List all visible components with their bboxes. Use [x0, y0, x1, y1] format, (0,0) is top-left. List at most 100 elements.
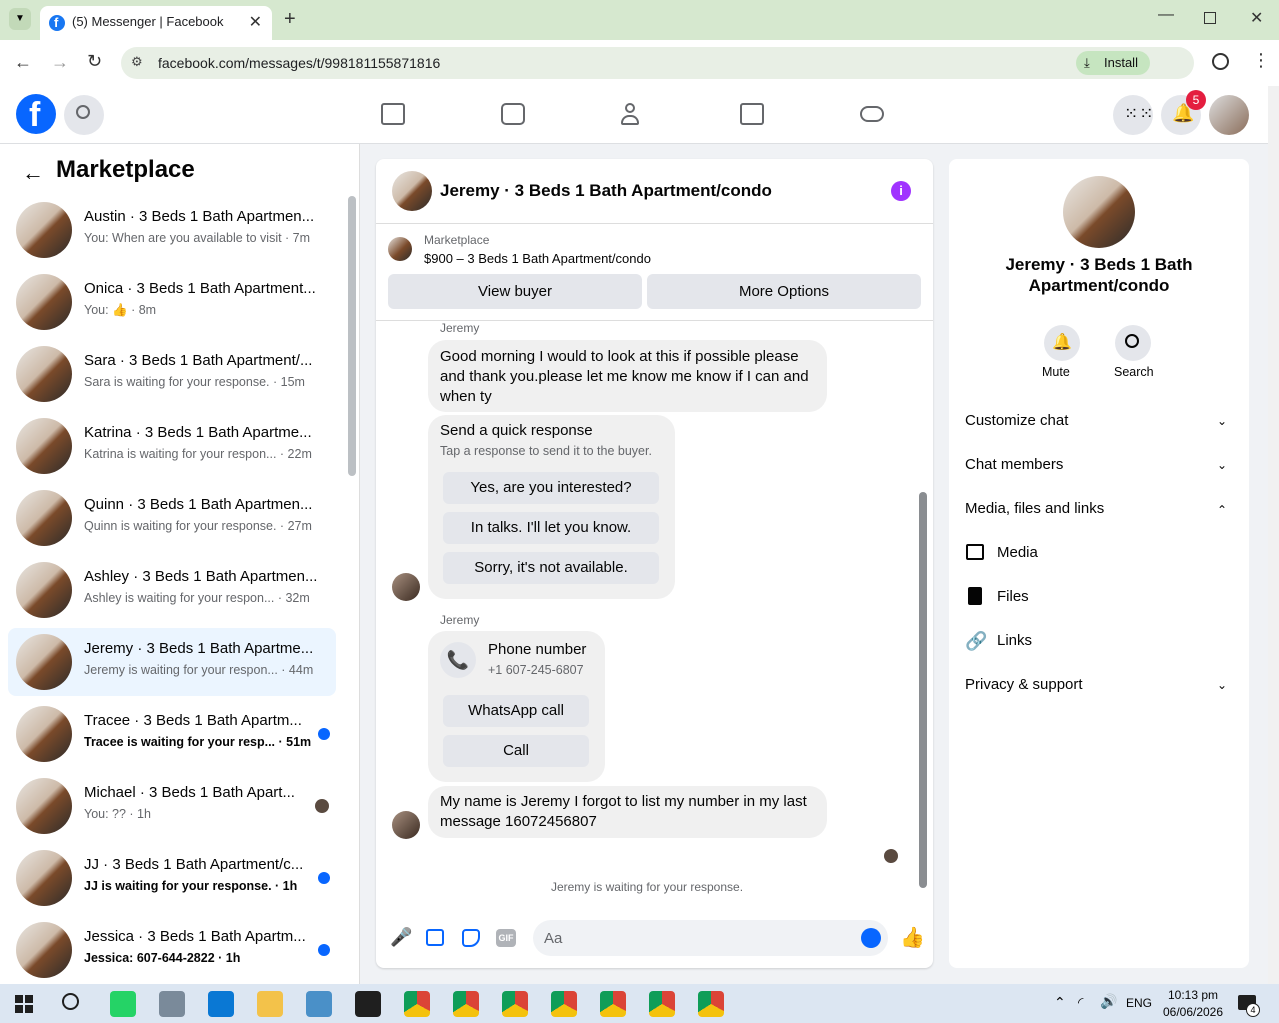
minimize-icon[interactable]: — [1158, 6, 1174, 24]
sender-avatar[interactable] [392, 573, 420, 601]
calculator-icon[interactable] [159, 991, 185, 1017]
browser-menu-icon[interactable]: ⋮ [1252, 50, 1270, 71]
site-info-icon[interactable]: ⚙ [131, 54, 143, 70]
links-row[interactable]: Links [997, 632, 1032, 649]
sender-avatar[interactable] [392, 811, 420, 839]
gaming-icon[interactable] [860, 106, 884, 122]
network-icon[interactable]: ◜ [1078, 994, 1083, 1011]
chevron-down-icon[interactable]: ⌄ [1217, 678, 1227, 692]
conversation-item[interactable]: Austin · 3 Beds 1 Bath Apartmen... You: W… [8, 196, 336, 264]
back-arrow-icon[interactable]: ← [22, 160, 44, 186]
whatsapp-icon[interactable] [110, 991, 136, 1017]
marketplace-icon[interactable] [740, 103, 764, 125]
message-bubble[interactable]: Good morning I would to look at this if … [428, 340, 827, 412]
windows-start-icon[interactable] [15, 995, 33, 1013]
close-window-icon[interactable]: ✕ [1250, 8, 1263, 28]
microphone-icon[interactable]: 🎤 [390, 927, 412, 948]
chat-avatar[interactable] [392, 171, 432, 211]
listing-price-title[interactable]: $900 – 3 Beds 1 Bath Apartment/condo [424, 251, 651, 266]
quick-reply-button[interactable]: Yes, are you interested? [443, 472, 659, 504]
gif-icon[interactable]: GIF [496, 929, 516, 947]
chrome-profile-icon[interactable] [600, 991, 626, 1017]
install-button[interactable]: ⤓ Install [1076, 51, 1150, 75]
listing-thumbnail[interactable] [388, 237, 412, 261]
forward-icon[interactable]: → [51, 52, 69, 73]
conversation-item[interactable]: Katrina · 3 Beds 1 Bath Apartme... Katrin… [8, 412, 336, 480]
list-scrollbar[interactable] [348, 196, 356, 476]
chevron-up-icon[interactable]: ⌃ [1217, 503, 1227, 517]
facebook-logo-icon[interactable]: f [16, 94, 56, 134]
conversation-item[interactable]: Jessica · 3 Beds 1 Bath Apartm... Jessica… [8, 916, 336, 984]
browser-tab[interactable]: (5) Messenger | Facebook ✕ [40, 6, 272, 40]
chat-scrollbar[interactable] [919, 326, 927, 894]
view-buyer-button[interactable]: View buyer [388, 274, 642, 309]
emoji-icon[interactable] [861, 928, 881, 948]
remote-desktop-icon[interactable] [208, 991, 234, 1017]
clock-time[interactable]: 10:13 pm [1162, 988, 1224, 1002]
menu-grid-icon[interactable]: ⁙⁙ [1113, 95, 1154, 135]
home-icon[interactable] [381, 103, 405, 125]
tab-search-icon[interactable]: ▼ [9, 8, 31, 30]
sticky-notes-icon[interactable] [355, 991, 381, 1017]
chrome-profile-icon[interactable] [698, 991, 724, 1017]
chrome-profile-icon[interactable] [453, 991, 479, 1017]
reload-icon[interactable]: ↻ [87, 51, 102, 72]
call-button[interactable]: Call [443, 735, 589, 767]
photo-icon[interactable] [426, 929, 444, 946]
quick-reply-button[interactable]: In talks. I'll let you know. [443, 512, 659, 544]
page-scrollbar[interactable] [1268, 86, 1279, 984]
mute-bell-icon[interactable]: 🔔 [1044, 325, 1080, 361]
chevron-down-icon[interactable]: ⌄ [1217, 414, 1227, 428]
message-bubble[interactable]: My name is Jeremy I forgot to list my nu… [428, 786, 827, 838]
clock-date[interactable]: 06/06/2026 [1158, 1005, 1228, 1019]
chrome-icon[interactable] [404, 991, 430, 1017]
photos-icon[interactable] [306, 991, 332, 1017]
close-tab-icon[interactable]: ✕ [249, 12, 262, 32]
media-row[interactable]: Media [997, 544, 1038, 561]
more-options-button[interactable]: More Options [647, 274, 921, 309]
customize-chat-row[interactable]: Customize chat [965, 412, 1068, 429]
video-icon[interactable] [501, 103, 525, 125]
search-label[interactable]: Search [1114, 365, 1154, 379]
chrome-profile-icon[interactable] [502, 991, 528, 1017]
conversation-item[interactable]: Tracee · 3 Beds 1 Bath Apartm... Tracee i… [8, 700, 336, 768]
like-icon[interactable]: 👍 [900, 925, 925, 950]
conversation-item[interactable]: Ashley · 3 Beds 1 Bath Apartmen... Ashley… [8, 556, 336, 624]
taskbar-search-icon[interactable] [62, 993, 79, 1010]
chat-title[interactable]: Jeremy · 3 Beds 1 Bath Apartment/condo [440, 181, 772, 201]
tray-overflow-icon[interactable]: ⌃ [1054, 994, 1066, 1011]
privacy-support-row[interactable]: Privacy & support [965, 676, 1083, 693]
info-icon[interactable]: i [891, 181, 911, 201]
chevron-down-icon[interactable]: ⌄ [1217, 458, 1227, 472]
whatsapp-call-button[interactable]: WhatsApp call [443, 695, 589, 727]
language-indicator[interactable]: ENG [1126, 996, 1152, 1010]
maximize-icon[interactable] [1204, 12, 1216, 24]
friends-icon[interactable] [621, 103, 645, 125]
conversation-item[interactable]: Michael · 3 Beds 1 Bath Apart... You: ?? … [8, 772, 336, 840]
media-files-links-row[interactable]: Media, files and links [965, 500, 1104, 517]
account-avatar[interactable] [1209, 95, 1249, 135]
conversation-item[interactable]: JJ · 3 Beds 1 Bath Apartment/c... JJ is w… [8, 844, 336, 912]
search-icon[interactable] [64, 95, 104, 135]
url-text[interactable]: facebook.com/messages/t/998181155871816 [158, 55, 440, 71]
profile-avatar[interactable] [1063, 176, 1135, 248]
sticker-icon[interactable] [462, 929, 480, 947]
chrome-profile-icon[interactable] [649, 991, 675, 1017]
profile-icon[interactable] [1212, 53, 1229, 70]
volume-icon[interactable]: 🔊 [1100, 993, 1117, 1010]
conversation-item[interactable]: Onica · 3 Beds 1 Bath Apartment... You: 👍… [8, 268, 336, 336]
conversation-item[interactable]: Sara · 3 Beds 1 Bath Apartment/... Sara i… [8, 340, 336, 408]
file-explorer-icon[interactable] [257, 991, 283, 1017]
back-icon[interactable]: ← [14, 52, 32, 73]
quick-reply-button[interactable]: Sorry, it's not available. [443, 552, 659, 584]
search-icon[interactable] [1115, 325, 1151, 361]
conversation-item[interactable]: Quinn · 3 Beds 1 Bath Apartmen... Quinn i… [8, 484, 336, 552]
new-tab-icon[interactable]: + [284, 8, 296, 31]
mute-label[interactable]: Mute [1042, 365, 1070, 379]
files-row[interactable]: Files [997, 588, 1029, 605]
chat-members-row[interactable]: Chat members [965, 456, 1063, 473]
conversation-item[interactable]: Jeremy · 3 Beds 1 Bath Apartme... Jeremy … [8, 628, 336, 696]
chrome-profile-icon[interactable] [551, 991, 577, 1017]
conversation-avatar [16, 634, 72, 690]
message-input[interactable]: Aa [533, 920, 888, 956]
